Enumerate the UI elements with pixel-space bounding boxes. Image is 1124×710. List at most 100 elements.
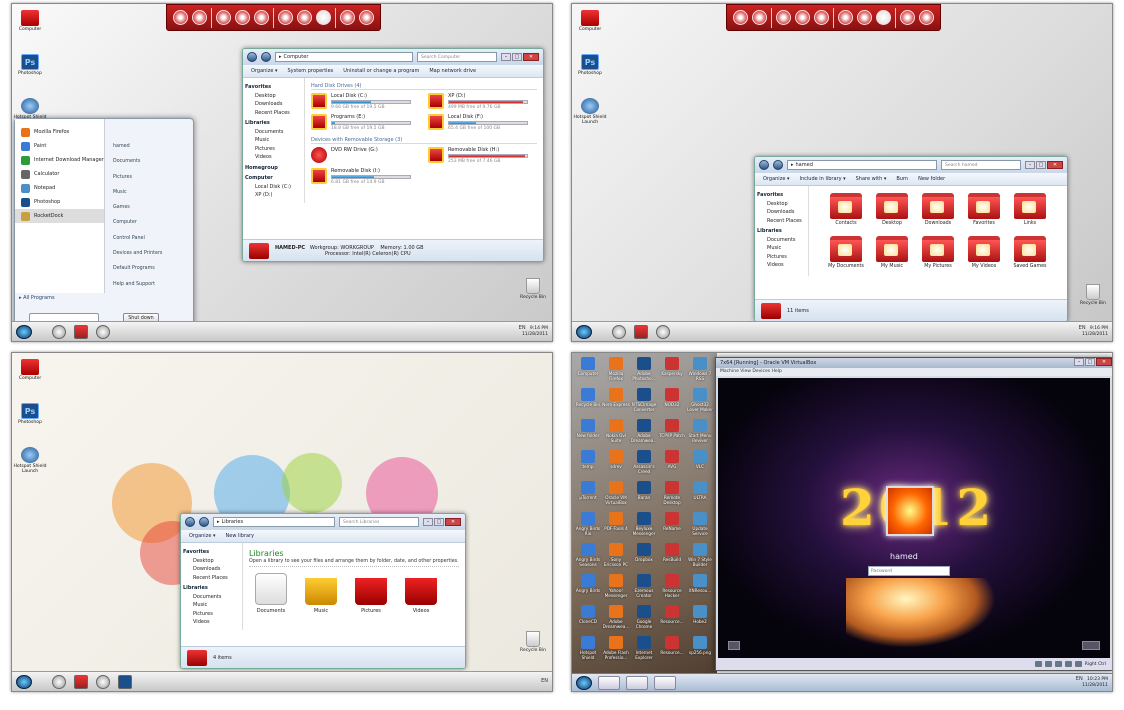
dock-icon[interactable] <box>216 10 231 25</box>
nav-group-header[interactable]: Computer <box>245 174 302 183</box>
desktop-icon-photoshop[interactable]: Ps Photoshop <box>572 54 608 76</box>
desktop-icon-hotspot[interactable]: Hotspot Shield Launch <box>12 447 48 474</box>
dock-icon[interactable] <box>297 10 312 25</box>
host-desktop-icon[interactable]: ResBuild <box>658 543 686 574</box>
start-menu-place[interactable]: Computer <box>113 215 193 230</box>
start-menu-place[interactable]: Games <box>113 200 193 215</box>
host-desktop-icon[interactable]: ReName <box>658 512 686 543</box>
nav-item[interactable]: Pictures <box>757 253 806 262</box>
desktop-icon-computer[interactable]: Computer <box>572 10 608 32</box>
drive-item[interactable]: Removable Disk (I:) 6.81 GB free of 14.9 … <box>311 168 420 185</box>
host-desktop-icon[interactable]: Remote Desktop <box>658 481 686 512</box>
host-desktop-icon[interactable]: Nero Express <box>602 388 630 419</box>
address-bar[interactable]: ▸ Libraries <box>213 517 335 527</box>
host-desktop-icon[interactable]: Beyluxe Messenger <box>630 512 658 543</box>
start-menu-place[interactable]: Control Panel <box>113 231 193 246</box>
minimize-button[interactable]: – <box>501 53 511 61</box>
host-desktop-icon[interactable]: Assassin's Creed <box>630 450 658 481</box>
host-desktop-icon[interactable]: NOD32 <box>658 388 686 419</box>
nav-item[interactable]: Videos <box>183 618 240 627</box>
host-desktop-icon[interactable]: Start Menu Reviver <box>686 419 714 450</box>
start-menu-program[interactable]: Photoshop <box>15 195 104 209</box>
nav-item[interactable]: Documents <box>757 236 806 245</box>
all-programs-button[interactable]: ▸ All Programs <box>19 295 55 301</box>
host-desktop-icon[interactable]: Windows 7 RSS <box>686 357 714 388</box>
host-desktop-icon[interactable]: AVG <box>658 450 686 481</box>
clock-dock-icon[interactable] <box>316 10 331 25</box>
host-desktop-icon[interactable]: CloneCD <box>574 605 602 636</box>
back-button[interactable] <box>185 517 195 527</box>
taskbar-app-icon[interactable] <box>52 674 66 689</box>
host-desktop-icon[interactable]: Hotspot Shield <box>574 636 602 667</box>
address-bar[interactable]: ▸ hamed <box>787 160 937 170</box>
menu-bar[interactable]: Machine View Devices Help <box>716 368 1112 376</box>
start-menu-place[interactable]: Help and Support <box>113 277 193 292</box>
nav-item[interactable]: Desktop <box>757 200 806 209</box>
library-item[interactable]: Documents <box>253 573 289 614</box>
start-menu-program[interactable]: RocketDock <box>15 209 104 223</box>
taskbar-ccleaner-icon[interactable] <box>96 674 110 689</box>
folder-item[interactable]: Saved Games <box>1007 236 1053 269</box>
folder-item[interactable]: My Documents <box>823 236 869 269</box>
taskbar-computer-icon[interactable] <box>74 324 88 339</box>
nav-item[interactable]: Pictures <box>183 610 240 619</box>
drive-item[interactable]: DVD RW Drive (G:) <box>311 147 420 164</box>
search-input[interactable]: Search hamed <box>941 160 1021 170</box>
nav-item[interactable]: Desktop <box>183 557 240 566</box>
host-desktop-icon[interactable]: NTSCImage Converter <box>630 388 658 419</box>
host-desktop-icon[interactable]: sp256.png <box>686 636 714 667</box>
host-desktop-icon[interactable]: µTorrent <box>574 481 602 512</box>
toolbar-button[interactable]: Uninstall or change a program <box>343 68 419 74</box>
start-menu-place[interactable]: Devices and Printers <box>113 246 193 261</box>
desktop-icon-recycle-bin[interactable]: Recycle Bin <box>518 278 548 300</box>
back-button[interactable] <box>247 52 257 62</box>
toolbar-button[interactable]: System properties <box>288 68 334 74</box>
start-menu-place[interactable]: Default Programs <box>113 261 193 276</box>
search-input[interactable]: Search Libraries <box>339 517 419 527</box>
desktop-icon-photoshop[interactable]: Ps Photoshop <box>12 403 48 425</box>
toolbar-button[interactable]: New folder <box>918 176 945 182</box>
dock-icon[interactable] <box>278 10 293 25</box>
start-menu-place[interactable]: Documents <box>113 154 193 169</box>
host-desktop-icon[interactable]: Angry Birds Seasons <box>574 543 602 574</box>
folder-item[interactable]: My Music <box>869 236 915 269</box>
taskbar-app-icon[interactable] <box>52 324 66 339</box>
host-desktop-icon[interactable]: Recycle Bin <box>574 388 602 419</box>
toolbar-button[interactable]: Map network drive <box>429 68 476 74</box>
start-menu-program[interactable]: Notepad <box>15 181 104 195</box>
host-desktop-icon[interactable]: Ezemous Creator <box>630 574 658 605</box>
folder-item[interactable]: Desktop <box>869 193 915 226</box>
host-desktop-icon[interactable]: sdrev <box>602 450 630 481</box>
nav-item[interactable]: Recent Places <box>245 109 302 118</box>
nav-item[interactable]: Videos <box>757 261 806 270</box>
taskbar-computer-icon[interactable] <box>634 324 648 339</box>
nav-item[interactable]: Documents <box>245 128 302 137</box>
maximize-button[interactable]: □ <box>1036 161 1046 169</box>
system-clock[interactable]: EN 9:14 PM 11/28/2011 <box>519 325 548 338</box>
start-menu-program[interactable]: Calculator <box>15 167 104 181</box>
system-clock[interactable]: EN 10:23 PM 11/28/2011 <box>1076 676 1108 689</box>
desktop-icon-recycle-bin[interactable]: Recycle Bin <box>518 631 548 653</box>
taskbar-firefox-icon[interactable] <box>654 675 676 690</box>
ease-of-access-icon[interactable] <box>728 641 740 650</box>
close-button[interactable]: ✕ <box>523 53 539 61</box>
taskbar-computer-icon[interactable] <box>74 674 88 689</box>
desktop-icon-hotspot[interactable]: Hotspot Shield Launch <box>572 98 608 125</box>
library-item[interactable]: Videos <box>403 573 439 614</box>
dock-icon[interactable] <box>235 10 250 25</box>
nav-item[interactable]: Music <box>183 601 240 610</box>
nav-item[interactable]: Pictures <box>245 145 302 154</box>
dock-icon[interactable] <box>173 10 188 25</box>
back-button[interactable] <box>759 160 769 170</box>
toolbar-button[interactable]: Burn <box>896 176 908 182</box>
dock-icon[interactable] <box>795 10 810 25</box>
nav-group-header[interactable]: Libraries <box>757 227 806 236</box>
folder-item[interactable]: My Pictures <box>915 236 961 269</box>
language-indicator[interactable]: EN <box>1079 325 1086 331</box>
host-desktop-icon[interactable]: Nokia Ovi Suite <box>602 419 630 450</box>
drive-item[interactable]: Programs (E:) 18.8 GB free of 19.5 GB <box>311 114 420 131</box>
forward-button[interactable] <box>199 517 209 527</box>
host-desktop-icon[interactable]: Baran <box>630 481 658 512</box>
drive-item[interactable]: Local Disk (F:) 65.4 GB free of 100 GB <box>428 114 537 131</box>
nav-item[interactable]: Recent Places <box>757 217 806 226</box>
